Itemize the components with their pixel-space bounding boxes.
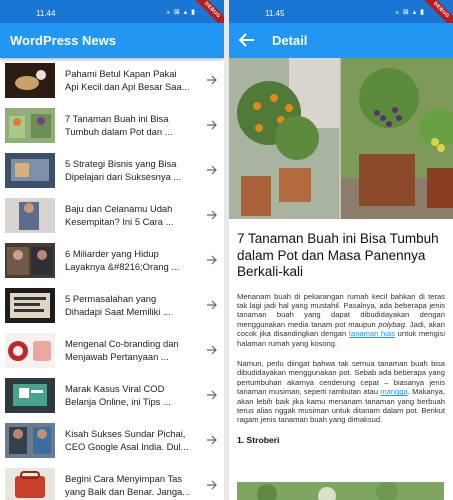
news-list-item[interactable]: 5 Strategi Bisnis yang Bisa Dipelajari d… [0, 148, 224, 193]
app-title: Detail [272, 33, 308, 48]
article-paragraph: Namun, perlu diingat bahwa tak semua tan… [237, 358, 445, 425]
item-title: Pahami Betul Kapan Pakai Api Kecil dan A… [65, 68, 190, 92]
arrow-forward-icon[interactable] [206, 479, 218, 491]
thumbnail-image [5, 468, 55, 500]
thumbnail-image [5, 153, 55, 188]
app-bar: WordPress News [0, 23, 224, 58]
tanaman-hias-link[interactable]: tanaman hias [349, 329, 395, 338]
arrow-forward-icon[interactable] [206, 344, 218, 356]
item-title: 6 Miliarder yang Hidup Layaknya &#8216;O… [65, 248, 180, 272]
news-list-item[interactable]: Marak Kasus Viral COD Belanja Online, in… [0, 373, 224, 418]
thumbnail-image [5, 198, 55, 233]
news-list-item[interactable]: Pahami Betul Kapan Pakai Api Kecil dan A… [0, 58, 224, 103]
thumbnail-image [5, 378, 55, 413]
news-list-item[interactable]: Kisah Sukses Sundar Pichai, CEO Google A… [0, 418, 224, 463]
arrow-forward-icon[interactable] [206, 74, 218, 86]
article-content: 7 Tanaman Buah ini Bisa Tumbuh dalam Pot… [237, 231, 445, 445]
thumbnail-image [5, 288, 55, 323]
arrow-forward-icon[interactable] [206, 119, 218, 131]
item-title: 5 Strategi Bisnis yang Bisa Dipelajari d… [65, 158, 182, 182]
arrow-forward-icon[interactable] [206, 434, 218, 446]
article-paragraph: Menanam buah di pekarangan rumah kecil b… [237, 291, 446, 348]
arrow-forward-icon[interactable] [206, 209, 218, 221]
arrow-forward-icon[interactable] [206, 254, 218, 266]
article-title: 7 Tanaman Buah ini Bisa Tumbuh dalam Pot… [237, 231, 439, 279]
status-bar: 11.44 ⁎ ⊠ ▴ ▮ DEBUG [0, 0, 224, 34]
news-list-item[interactable]: Mengenal Co-branding dan Menjawab Pertan… [0, 328, 224, 373]
status-icons: ⁎ ⊠ ▴ ▮ [166, 9, 196, 16]
news-list-item[interactable]: Begini Cara Menyimpan Tas yang Baik dan … [0, 463, 224, 500]
news-list[interactable]: Pahami Betul Kapan Pakai Api Kecil dan A… [0, 58, 224, 500]
status-time: 11.45 [265, 9, 285, 18]
thumbnail-image [5, 63, 55, 98]
thumbnail-image [5, 333, 55, 368]
item-title: Mengenal Co-branding dan Menjawab Pertan… [65, 338, 179, 362]
mangga-link[interactable]: mangga [380, 387, 407, 396]
app-title: WordPress News [10, 33, 116, 48]
item-title: Kisah Sukses Sundar Pichai, CEO Google A… [65, 428, 189, 452]
status-time: 11.44 [36, 9, 56, 18]
item-title: Baju dan Celanamu Udah Kesempitan? Ini 5… [65, 203, 174, 227]
article-image [237, 482, 444, 500]
item-title: Marak Kasus Viral COD Belanja Online, in… [65, 383, 171, 407]
item-title: 7 Tanaman Buah ini Bisa Tumbuh dalam Pot… [65, 113, 173, 137]
arrow-forward-icon[interactable] [206, 299, 218, 311]
list-screen: 11.44 ⁎ ⊠ ▴ ▮ DEBUG WordPress News Paham… [0, 0, 224, 500]
thumbnail-image [5, 423, 55, 458]
item-title: Begini Cara Menyimpan Tas yang Baik dan … [65, 473, 191, 497]
hero-image [229, 58, 453, 219]
detail-screen: 11.45 ⁎ ⊠ ▴ ▮ DEBUG Detail 7 Tanaman Bua… [229, 0, 453, 500]
thumbnail-image [5, 108, 55, 143]
status-icons: ⁎ ⊠ ▴ ▮ [395, 9, 425, 16]
status-bar: 11.45 ⁎ ⊠ ▴ ▮ DEBUG [229, 0, 453, 34]
app-bar: Detail [229, 23, 453, 58]
news-list-item[interactable]: 5 Permasalahan yang Dihadapi Saat Memili… [0, 283, 224, 328]
arrow-forward-icon[interactable] [206, 164, 218, 176]
news-list-item[interactable]: Baju dan Celanamu Udah Kesempitan? Ini 5… [0, 193, 224, 238]
item-title: 5 Permasalahan yang Dihadapi Saat Memili… [65, 293, 171, 317]
thumbnail-image [5, 243, 55, 278]
news-list-item[interactable]: 6 Miliarder yang Hidup Layaknya &#8216;O… [0, 238, 224, 283]
arrow-back-icon[interactable] [235, 29, 259, 51]
arrow-forward-icon[interactable] [206, 389, 218, 401]
section-heading: 1. Stroberi [237, 434, 280, 445]
news-list-item[interactable]: 7 Tanaman Buah ini Bisa Tumbuh dalam Pot… [0, 103, 224, 148]
